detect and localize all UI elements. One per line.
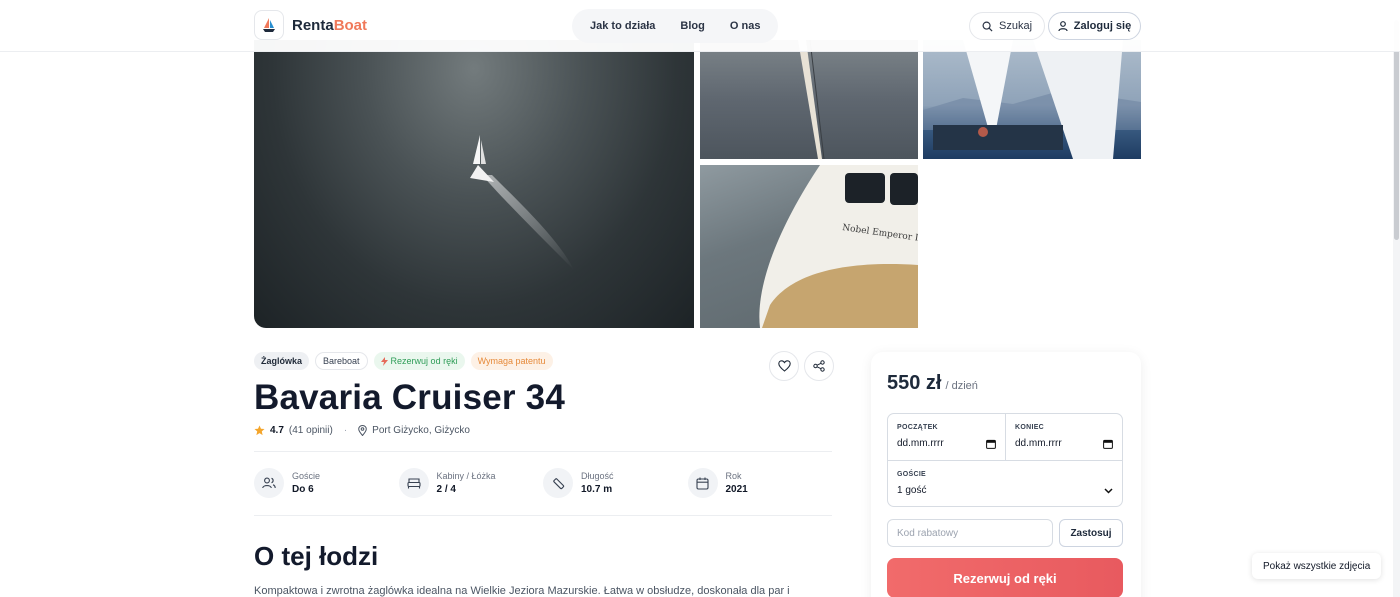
login-button[interactable]: Zaloguj się [1048,12,1141,40]
end-date-field[interactable]: KONIEC dd.mm.rrrr [1005,414,1122,461]
start-date-field[interactable]: POCZĄTEK dd.mm.rrrr [888,414,1005,461]
sail-image [798,40,825,159]
price-unit: / dzień [945,380,978,392]
price: 550 zł / dzień [887,372,978,395]
booking-form: POCZĄTEK dd.mm.rrrr KONIEC dd.mm.rrrr GO… [887,413,1123,507]
bed-icon [398,468,429,498]
login-button-label: Zaloguj się [1073,20,1132,32]
price-amount: 550 zł [887,372,942,394]
logo-text: RentaBoat [292,16,368,34]
users-icon [254,468,284,498]
gallery-photo-main[interactable] [254,40,694,328]
tag-bareboat: Bareboat [315,352,368,370]
coupon-input[interactable]: Kod rabatowy [887,519,1053,547]
show-all-photos-button[interactable]: Pokaż wszystkie zdjęcia [1252,553,1382,579]
star-icon [254,425,265,436]
search-button-label: Szukaj [999,20,1033,32]
calendar-icon[interactable] [1103,439,1113,449]
gallery-photo-sailing-crew[interactable] [923,40,1141,159]
nav-item-how-it-works[interactable]: Jak to działa [590,20,655,32]
booking-card: 550 zł / dzień POCZĄTEK dd.mm.rrrr KONIE… [871,352,1141,597]
spec-length-label: Długość [581,471,614,481]
date-range: POCZĄTEK dd.mm.rrrr KONIEC dd.mm.rrrr [888,414,1122,461]
spec-length: Długość 10.7 m [543,468,688,498]
nav-item-blog[interactable]: Blog [680,20,704,32]
start-date-label: POCZĄTEK [897,424,938,431]
page-title: Bavaria Cruiser 34 [254,378,566,417]
chevron-down-icon [1104,487,1113,494]
lightning-icon [380,356,388,366]
sailboat-logo-icon [254,10,284,40]
reviews-count[interactable]: (41 opinii) [289,425,333,436]
search-button[interactable]: Szukaj [969,12,1046,40]
listing-tags: Żaglówka Bareboat Rezerwuj od ręki Wymag… [254,352,553,370]
end-date-label: KONIEC [1015,424,1045,431]
about-description: Kompaktowa i zwrotna żaglówka idealna na… [254,585,790,597]
spec-year-label: Rok [725,471,742,481]
scrollbar-thumb[interactable] [1394,20,1399,240]
spec-year: Rok 2021 [687,468,833,498]
motor-yacht-stern-image: Nobel Emperor II [759,165,918,328]
page-scrollbar[interactable] [1393,0,1400,597]
rating-value: 4.7 [270,425,284,436]
favorite-button[interactable] [769,351,799,381]
tag-license-required: Wymaga patentu [470,352,553,370]
nav-item-about[interactable]: O nas [730,20,761,32]
calendar-icon[interactable] [986,439,996,449]
location-pin-icon [358,425,367,436]
tag-instant-booking-label: Rezerwuj od ręki [390,356,458,366]
meta-separator: · [343,425,348,436]
ruler-icon [543,468,573,498]
calendar-icon [687,468,718,498]
gallery-photo-sail-detail[interactable] [700,40,918,159]
spec-length-value: 10.7 m [581,484,613,495]
logo[interactable]: RentaBoat [254,10,367,40]
main-nav: Jak to działa Blog O nas [572,9,779,43]
end-date-input[interactable]: dd.mm.rrrr [1015,438,1062,449]
guests-value: 1 gość [897,485,927,496]
specs-row: Goście Do 6 Kabiny / Łóżka 2 / 4 Długość… [254,468,832,498]
share-icon [813,360,825,372]
spec-guests-label: Goście [292,471,321,481]
tag-instant-booking: Rezerwuj od ręki [373,352,465,370]
about-heading: O tej łodzi [254,541,379,571]
guests-label: GOŚCIE [897,471,927,478]
location-text: Port Giżycko, Giżycko [372,425,470,436]
spec-cabins: Kabiny / Łóżka 2 / 4 [398,468,544,498]
share-button[interactable] [804,351,834,381]
start-date-input[interactable]: dd.mm.rrrr [897,438,944,449]
book-now-button[interactable]: Rezerwuj od ręki [887,558,1123,597]
site-header: RentaBoat Jak to działa Blog O nas Szuka… [0,0,1400,52]
search-icon [982,21,993,32]
apply-coupon-button[interactable]: Zastosuj [1059,519,1123,547]
divider [254,515,832,516]
spec-cabins-label: Kabiny / Łóżka [436,471,496,481]
spec-guests: Goście Do 6 [254,468,399,498]
listing-meta: 4.7 (41 opinii) · Port Giżycko, Giżycko [254,425,470,436]
heart-icon [777,360,791,372]
guests-select[interactable]: GOŚCIE 1 gość [888,461,1122,506]
spec-year-value: 2021 [725,484,748,495]
tag-sailboat: Żaglówka [254,352,310,370]
spec-cabins-value: 2 / 4 [436,484,456,495]
spec-guests-value: Do 6 [292,484,314,495]
sailing-yacht-image [923,40,1141,159]
gallery-photo-stern[interactable]: Nobel Emperor II [700,165,918,328]
divider [254,451,832,452]
user-icon [1058,20,1068,31]
sailboat-aerial-image [470,135,574,270]
